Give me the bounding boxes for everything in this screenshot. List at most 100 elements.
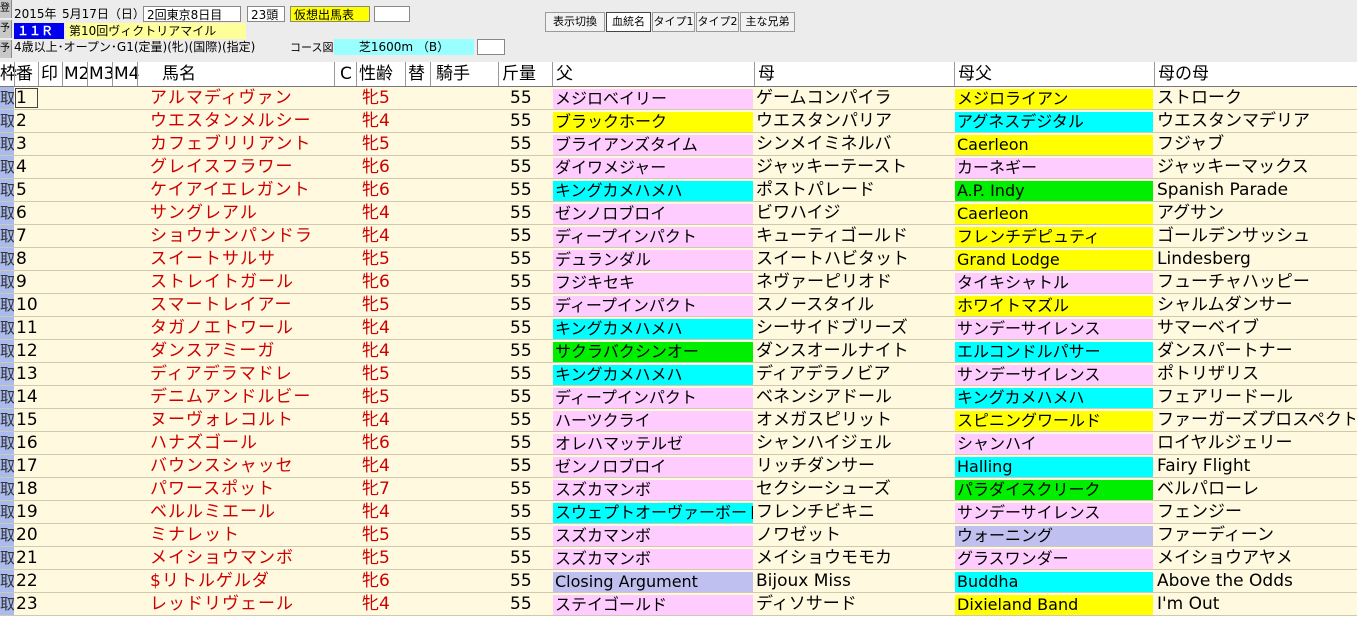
damsire-cell: パラダイスクリーク (955, 480, 1153, 500)
sex-age-cell: 牝6 (362, 571, 390, 591)
table-row[interactable]: 取 8 スイートサルサ 牝5 55 スイートハビタット Lindesberg デュランダル Gr… (0, 248, 1357, 271)
table-row[interactable]: 取 20 ミナレット 牝5 55 ノワゼット ファーディーン スズカマンボ ウォーニング (0, 524, 1357, 547)
col-m4: M4 (114, 64, 140, 84)
sire-cell: スズカマンボ (553, 549, 753, 569)
course-extra-field[interactable] (477, 39, 505, 55)
side-tab[interactable]: 予 (0, 40, 12, 58)
dam-cell: ディアデラノビア (756, 364, 891, 384)
table-row[interactable]: 取 18 パワースポット 牝7 55 セクシーシューズ ベルパローレ スズカマンボ パラダイスク… (0, 478, 1357, 501)
waku-cell: 取 (0, 455, 14, 478)
horse-number-cell: 6 (16, 203, 27, 223)
table-row[interactable]: 取 3 カフェブリリアント 牝5 55 シンメイミネルバ フジャブ ブライアンズタイム Caer… (0, 133, 1357, 156)
sex-age-cell: 牝5 (362, 134, 390, 154)
course-map-label[interactable]: コース図 (290, 40, 333, 55)
sex-age-cell: 牝4 (362, 594, 390, 614)
table-row[interactable]: 取 5 ケイアイエレガント 牝6 55 ポストパレード Spanish Parade キングカ… (0, 179, 1357, 202)
table-row[interactable]: 取 15 ヌーヴォレコルト 牝4 55 オメガスピリット ファーガーズプロスペクト ハーツクラ… (0, 409, 1357, 432)
horse-name-cell: ウエスタンメルシー (150, 111, 312, 131)
table-row[interactable]: 取 11 タガノエトワール 牝4 55 シーサイドブリーズ サマーベイブ キングカメハメハ サン… (0, 317, 1357, 340)
damdam-cell: フェンジー (1157, 502, 1242, 522)
damsire-cell: Dixieland Band (955, 595, 1153, 615)
sex-age-cell: 牝6 (362, 433, 390, 453)
table-row[interactable]: 取 4 グレイスフラワー 牝6 55 ジャッキーテースト ジャッキーマックス ダイワメジャー カ… (0, 156, 1357, 179)
waku-cell: 取 (0, 179, 14, 202)
table-row[interactable]: 取 1 アルマディヴァン 牝5 55 ゲームコンパイラ ストローク メジロベイリー メジロライア… (0, 87, 1357, 110)
table-row[interactable]: 取 23 レッドリヴェール 牝4 55 ディソサード I'm Out ステイゴールド Dixie… (0, 593, 1357, 616)
table-row[interactable]: 取 13 ディアデラマドレ 牝5 55 ディアデラノビア ポトリザリス キングカメハメハ サンデ… (0, 363, 1357, 386)
sex-age-cell: 牝4 (362, 226, 390, 246)
waku-cell: 取 (0, 501, 14, 524)
type1-button[interactable]: タイプ1 (652, 12, 695, 32)
table-row[interactable]: 取 12 ダンスアミーガ 牝4 55 ダンスオールナイト ダンスパートナー サクラバクシンオー… (0, 340, 1357, 363)
weight-cell: 55 (510, 318, 532, 338)
table-row[interactable]: 取 14 デニムアンドルビー 牝5 55 ベネンシアドール フェアリードール ディープインパク… (0, 386, 1357, 409)
horse-number-cell: 21 (16, 548, 38, 568)
dam-cell: シーサイドブリーズ (756, 318, 908, 338)
table-row[interactable]: 取 21 メイショウマンボ 牝5 55 メイショウモモカ メイショウアヤメ スズカマンボ グラス… (0, 547, 1357, 570)
horse-number-cell: 3 (16, 134, 27, 154)
waku-cell: 取 (0, 570, 14, 593)
horse-name-cell: アルマディヴァン (150, 88, 293, 108)
horse-name-cell: ベルルミエール (150, 502, 276, 522)
table-row[interactable]: 取 19 ベルルミエール 牝4 55 フレンチビキニ フェンジー スウェプトオーヴァーボード サ… (0, 501, 1357, 524)
damdam-cell: ストローク (1157, 88, 1242, 108)
sire-cell: ディープインパクト (553, 227, 753, 247)
sire-cell: ハーツクライ (553, 411, 753, 431)
table-row[interactable]: 取 2 ウエスタンメルシー 牝4 55 ウエスタンパリア ウエスタンマデリア ブラックホーク ア… (0, 110, 1357, 133)
dam-cell: ポストパレード (756, 180, 875, 200)
dam-cell: リッチダンサー (756, 456, 875, 476)
table-row[interactable]: 取 9 ストレイトガール 牝6 55 ネヴァーピリオド フューチャハッピー フジキセキ タイキシ… (0, 271, 1357, 294)
damsire-cell: Buddha (955, 572, 1153, 592)
damdam-cell: ファーガーズプロスペクト (1157, 410, 1355, 430)
type2-button[interactable]: タイプ2 (696, 12, 739, 32)
table-row[interactable]: 取 22 $リトルゲルダ 牝6 55 Bijoux Miss Above the Odds C… (0, 570, 1357, 593)
sex-age-cell: 牝4 (362, 502, 390, 522)
race-date: 5月17日（日） (62, 7, 145, 21)
damsire-cell: Caerleon (955, 135, 1153, 155)
horse-number-cell: 18 (16, 479, 38, 499)
horse-number-cell: 10 (16, 295, 38, 315)
damdam-cell: サマーベイブ (1157, 318, 1259, 338)
horse-name-cell: カフェブリリアント (150, 134, 312, 154)
dam-cell: ダンスオールナイト (756, 341, 909, 361)
side-tab[interactable]: 登 (0, 0, 12, 18)
sex-age-cell: 牝5 (362, 525, 390, 545)
selected-cell-cursor (15, 88, 38, 108)
table-row[interactable]: 取 16 ハナズゴール 牝6 55 シャンハイジェル ロイヤルジェリー オレハマッテルゼ シャン… (0, 432, 1357, 455)
horse-name-cell: タガノエトワール (150, 318, 294, 338)
damdam-cell: Spanish Parade (1157, 180, 1289, 200)
table-row[interactable]: 取 17 バウンスシャッセ 牝4 55 リッチダンサー Fairy Flight ゼンノロブロ… (0, 455, 1357, 478)
damsire-cell: キングカメハメハ (955, 388, 1153, 408)
table-row[interactable]: 取 7 ショウナンパンドラ 牝4 55 キューティゴールド ゴールデンサッシュ ディープインパ… (0, 225, 1357, 248)
horse-number-cell: 17 (16, 456, 38, 476)
waku-cell: 取 (0, 409, 14, 432)
waku-cell: 取 (0, 340, 14, 363)
sex-age-cell: 牝5 (362, 364, 390, 384)
waku-cell: 取 (0, 225, 14, 248)
weight-cell: 55 (510, 594, 532, 614)
blank-field[interactable] (374, 6, 410, 22)
damdam-cell: ゴールデンサッシュ (1157, 226, 1310, 246)
damdam-cell: ジャッキーマックス (1157, 157, 1309, 177)
weight-cell: 55 (510, 364, 532, 384)
table-row[interactable]: 取 10 スマートレイアー 牝5 55 スノースタイル シャルムダンサー ディープインパクト ホ… (0, 294, 1357, 317)
sex-age-cell: 牝7 (362, 479, 390, 499)
runner-count: 23頭 (247, 6, 285, 22)
horse-name-cell: ケイアイエレガント (150, 180, 311, 200)
damsire-cell: サンデーサイレンス (955, 319, 1153, 339)
pedigree-name-button[interactable]: 血統名 (606, 12, 651, 32)
main-siblings-button[interactable]: 主な兄弟 (740, 12, 795, 32)
side-tab-label: 予 (0, 43, 10, 54)
col-horse-name: 馬名 (162, 64, 196, 84)
weight-cell: 55 (510, 249, 532, 269)
horse-number-cell: 13 (16, 364, 38, 384)
table-row[interactable]: 取 6 サングレアル 牝4 55 ビワハイジ アグサン ゼンノロブロイ Caerleon (0, 202, 1357, 225)
dam-cell: ジャッキーテースト (756, 157, 908, 177)
display-toggle-button[interactable]: 表示切換 (545, 12, 605, 32)
dam-cell: フレンチビキニ (756, 502, 875, 522)
side-tab[interactable]: 予 (0, 20, 12, 38)
col-dam: 母 (758, 64, 775, 84)
weight-cell: 55 (510, 157, 532, 177)
weight-cell: 55 (510, 272, 532, 292)
side-tab-label: 登 (0, 3, 10, 14)
